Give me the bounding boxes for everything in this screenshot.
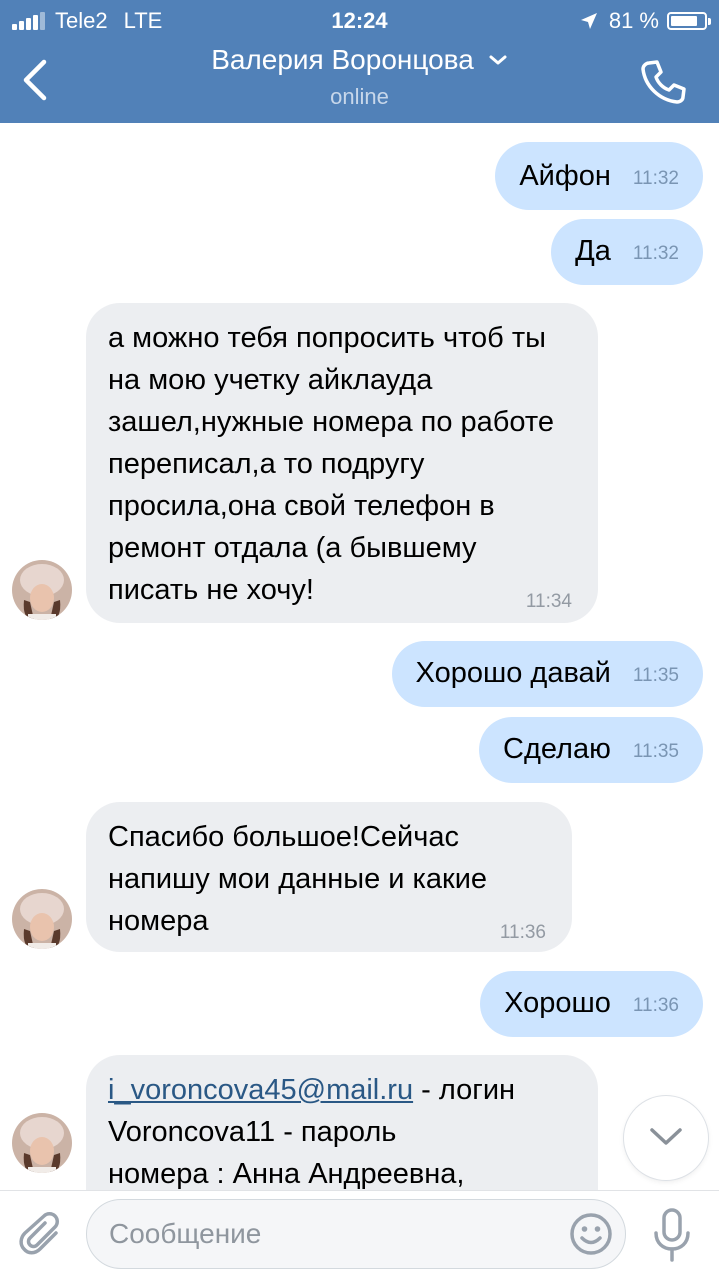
location-icon — [580, 13, 597, 29]
chevron-down-icon — [650, 1128, 682, 1145]
voice-message-button[interactable] — [652, 1207, 692, 1265]
chat-header: Tele2 LTE 12:24 81 % Валерия Воронцова o… — [0, 0, 719, 123]
attach-button[interactable] — [18, 1211, 66, 1263]
outgoing-message[interactable]: Хорошо давай 11:35 — [391, 641, 703, 707]
message-time: 11:32 — [632, 168, 679, 189]
message-text: Спасибо большое!Сейчас напишу мои данные… — [108, 821, 488, 937]
outgoing-message[interactable]: Да 11:32 — [551, 219, 703, 285]
message-text: Хорошо — [504, 987, 611, 1019]
message-text: Да — [575, 235, 611, 267]
microphone-icon — [654, 1208, 690, 1262]
incoming-message[interactable]: Спасибо большое!Сейчас напишу мои данные… — [86, 802, 572, 952]
emoji-button[interactable] — [569, 1212, 613, 1256]
message-list[interactable]: Айфон 11:32 Да 11:32 а можно тебя попрос… — [0, 123, 719, 1190]
outgoing-message[interactable]: Сделаю 11:35 — [479, 717, 703, 783]
battery-icon — [667, 12, 711, 30]
avatar[interactable] — [12, 889, 72, 949]
message-text: - логин — [413, 1074, 516, 1106]
message-text: Сделаю — [503, 733, 611, 765]
scroll-to-bottom-button[interactable] — [624, 1096, 708, 1180]
message-composer — [0, 1190, 719, 1281]
avatar-photo — [12, 889, 72, 949]
outgoing-message[interactable]: Хорошо 11:36 — [480, 971, 703, 1037]
message-text: Хорошо давай — [415, 657, 611, 689]
incoming-message[interactable]: i_voroncova45@mail.ru - логин Voroncova1… — [86, 1055, 598, 1190]
avatar-photo — [12, 1113, 72, 1173]
message-time: 11:36 — [632, 995, 679, 1016]
incoming-message[interactable]: а можно тебя попросить чтоб ты на мою уч… — [86, 303, 598, 623]
conversation-title: Валерия Воронцова online — [0, 44, 719, 110]
message-line: i_voroncova45@mail.ru - логин — [108, 1069, 572, 1111]
battery-percent: 81 % — [608, 8, 659, 33]
online-status: online — [330, 84, 389, 109]
message-input[interactable] — [86, 1199, 626, 1269]
smiley-icon — [570, 1213, 612, 1255]
message-time: 11:35 — [632, 665, 679, 686]
status-bar: Tele2 LTE 12:24 81 % — [0, 0, 719, 40]
message-line: номера : Анна Андреевна, — [108, 1158, 465, 1190]
message-time: 11:35 — [632, 741, 679, 762]
avatar-photo — [12, 560, 72, 620]
chevron-down-icon — [489, 55, 507, 65]
message-text: а можно тебя попросить чтоб ты на мою уч… — [108, 322, 554, 606]
message-time: 11:34 — [525, 591, 572, 612]
avatar[interactable] — [12, 560, 72, 620]
message-line: Voroncova11 - пароль — [108, 1116, 397, 1148]
message-text: Айфон — [519, 160, 611, 192]
email-link[interactable]: i_voroncova45@mail.ru — [108, 1074, 413, 1106]
message-time: 11:36 — [499, 922, 546, 943]
call-button[interactable] — [639, 58, 689, 106]
outgoing-message[interactable]: Айфон 11:32 — [495, 142, 703, 210]
contact-name: Валерия Воронцова — [211, 44, 474, 75]
avatar[interactable] — [12, 1113, 72, 1173]
status-right: 81 % — [579, 8, 711, 34]
message-time: 11:32 — [632, 243, 679, 264]
phone-icon — [641, 60, 686, 104]
contact-name-button[interactable]: Валерия Воронцова — [211, 44, 508, 76]
paperclip-icon — [19, 1212, 59, 1255]
